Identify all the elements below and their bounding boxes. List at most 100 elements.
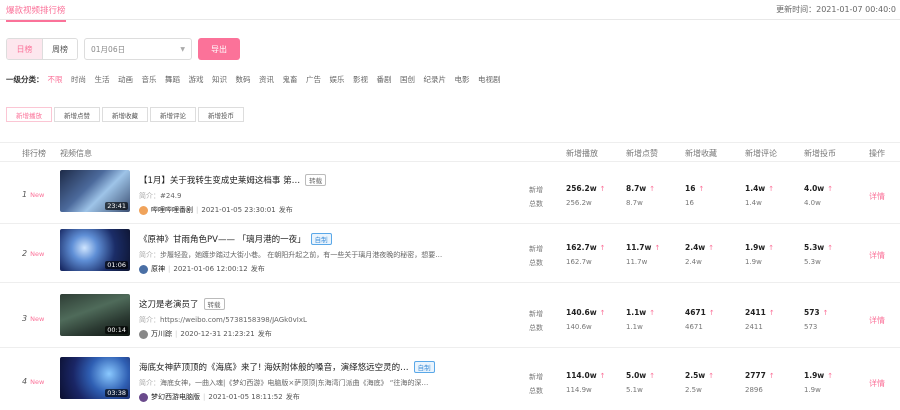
uploader-name[interactable]: 哔哩哔哩番剧 — [151, 205, 193, 215]
header-new-likes: 新增点赞 — [626, 149, 658, 158]
category-item[interactable]: 番剧 — [377, 74, 392, 85]
fav-new-value: 2.4w ↑ — [685, 243, 714, 252]
category-item[interactable]: 国创 — [400, 74, 415, 85]
detail-link[interactable]: 详情 — [869, 191, 885, 202]
category-item[interactable]: 舞蹈 — [165, 74, 180, 85]
publish-suffix: 发布 — [285, 393, 300, 401]
update-time: 更新时间：2021-01-07 00:40:0 — [776, 5, 896, 14]
play-total-value: 114.9w — [566, 386, 592, 394]
detail-link[interactable]: 详情 — [869, 378, 885, 389]
new-label: 新增 — [529, 373, 543, 381]
up-arrow-icon: ↑ — [768, 244, 775, 252]
like-total-value: 5.1w — [626, 386, 643, 394]
header-video-info: 视频信息 — [60, 149, 92, 158]
category-item[interactable]: 娱乐 — [330, 74, 345, 85]
category-item[interactable]: 电影 — [455, 74, 470, 85]
fav-total-value: 2.4w — [685, 258, 702, 266]
coin-new-value: 1.9w ↑ — [804, 371, 833, 380]
play-new-value: 256.2w ↑ — [566, 184, 606, 193]
export-button[interactable]: 导出 — [198, 38, 240, 60]
header-rank: 排行榜 — [22, 149, 46, 158]
tab-hot-video-ranking[interactable]: 爆款视频排行榜 — [6, 4, 66, 22]
total-label: 总数 — [529, 324, 543, 332]
uploader-name[interactable]: 梦幻西游电脑版 — [151, 392, 200, 402]
desc-text: #24.9 — [160, 192, 182, 200]
publish-time: 2021-01-05 23:30:01 — [201, 206, 276, 214]
video-meta: 原神 | 2021-01-06 12:00:12 发布 — [139, 264, 265, 274]
desc-prefix: 简介： — [139, 379, 160, 387]
video-title[interactable]: 海底女神萨顶顶的《海底》来了! 海妖附体般的嗓音，演绎悠远空灵的… — [139, 361, 409, 373]
category-filter: 一级分类： 不限 时尚 生活 动画 音乐 舞蹈 游戏 知识 数码 资讯 鬼畜 广… — [6, 74, 509, 85]
top-tab-bar: 爆款视频排行榜 更新时间：2021-01-07 00:40:0 — [0, 0, 900, 22]
header-new-coins: 新增投币 — [804, 149, 836, 158]
category-label: 一级分类： — [6, 75, 44, 84]
uploader-name[interactable]: 原神 — [151, 264, 165, 274]
category-item[interactable]: 纪录片 — [424, 74, 447, 85]
uploader-name[interactable]: 万川踪 — [151, 329, 172, 339]
tab-new-favorites[interactable]: 新增收藏 — [102, 107, 148, 122]
comment-new-value: 1.4w ↑ — [745, 184, 774, 193]
category-item[interactable]: 资讯 — [259, 74, 274, 85]
detail-link[interactable]: 详情 — [869, 315, 885, 326]
avatar[interactable] — [139, 205, 148, 215]
new-label: 新增 — [529, 310, 543, 318]
coin-total-value: 4.0w — [804, 199, 821, 207]
tab-new-likes[interactable]: 新增点赞 — [54, 107, 100, 122]
category-item[interactable]: 广告 — [306, 74, 321, 85]
fav-new-number: 4671 — [685, 308, 706, 317]
desc-prefix: 简介： — [139, 316, 160, 324]
video-title[interactable]: 《原神》甘雨角色PV—— 「璃月港的一夜」 — [139, 233, 306, 245]
source-tag: 自制 — [413, 361, 435, 373]
video-description: 简介：https://weibo.com/5738158398/JAGk0vIx… — [139, 315, 499, 325]
publish-time: 2021-01-06 12:00:12 — [173, 265, 248, 273]
rank-cell: 3 New — [22, 314, 44, 323]
total-label: 总数 — [529, 387, 543, 395]
category-item[interactable]: 游戏 — [189, 74, 204, 85]
detail-link[interactable]: 详情 — [869, 250, 885, 261]
video-thumbnail[interactable]: 23:41 — [60, 170, 130, 212]
video-thumbnail[interactable]: 01:06 — [60, 229, 130, 271]
up-arrow-icon: ↑ — [768, 185, 775, 193]
daily-button[interactable]: 日榜 — [7, 39, 42, 59]
weekly-button[interactable]: 周榜 — [42, 39, 77, 59]
like-new-number: 5.0w — [626, 371, 647, 380]
separator: | — [168, 265, 171, 273]
coin-total-value: 573 — [804, 323, 818, 331]
video-title[interactable]: 【1月】关于我转生变成史莱姆这档事 第… — [139, 174, 300, 186]
category-item[interactable]: 动画 — [118, 74, 133, 85]
video-meta: 哔哩哔哩番剧 | 2021-01-05 23:30:01 发布 — [139, 205, 293, 215]
table-row: 1 New 23:41 【1月】关于我转生变成史莱姆这档事 第… 转载 简介：#24.9 哔… — [0, 166, 900, 224]
category-item[interactable]: 知识 — [212, 74, 227, 85]
video-thumbnail[interactable]: 03:38 — [60, 357, 130, 399]
comment-total-value: 1.4w — [745, 199, 762, 207]
category-item[interactable]: 数码 — [236, 74, 251, 85]
category-item[interactable]: 时尚 — [71, 74, 86, 85]
date-picker[interactable]: 01月06日 ▼ — [84, 38, 192, 60]
category-item[interactable]: 影视 — [353, 74, 368, 85]
rank-number: 2 — [22, 249, 28, 258]
up-arrow-icon: ↑ — [827, 244, 834, 252]
like-new-number: 1.1w — [626, 308, 647, 317]
video-thumbnail[interactable]: 00:14 — [60, 294, 130, 336]
category-item[interactable]: 电视剧 — [478, 74, 501, 85]
coin-new-number: 4.0w — [804, 184, 825, 193]
tab-new-comments[interactable]: 新增评论 — [150, 107, 196, 122]
comment-new-value: 2411 ↑ — [745, 308, 775, 317]
avatar[interactable] — [139, 264, 148, 274]
tab-new-plays[interactable]: 新增播放 — [6, 107, 52, 122]
category-item[interactable]: 生活 — [95, 74, 110, 85]
rank-cell: 2 New — [22, 249, 44, 258]
avatar[interactable] — [139, 329, 148, 339]
play-new-value: 162.7w ↑ — [566, 243, 606, 252]
rank-number: 4 — [22, 377, 28, 386]
total-label: 总数 — [529, 200, 543, 208]
category-item[interactable]: 不限 — [48, 74, 63, 85]
category-item[interactable]: 音乐 — [142, 74, 157, 85]
video-title[interactable]: 这刀是老演员了 — [139, 298, 199, 310]
separator: | — [196, 206, 199, 214]
up-arrow-icon: ↑ — [649, 372, 656, 380]
avatar[interactable] — [139, 392, 148, 402]
tab-new-coins[interactable]: 新增投币 — [198, 107, 244, 122]
total-label: 总数 — [529, 259, 543, 267]
category-item[interactable]: 鬼畜 — [283, 74, 298, 85]
